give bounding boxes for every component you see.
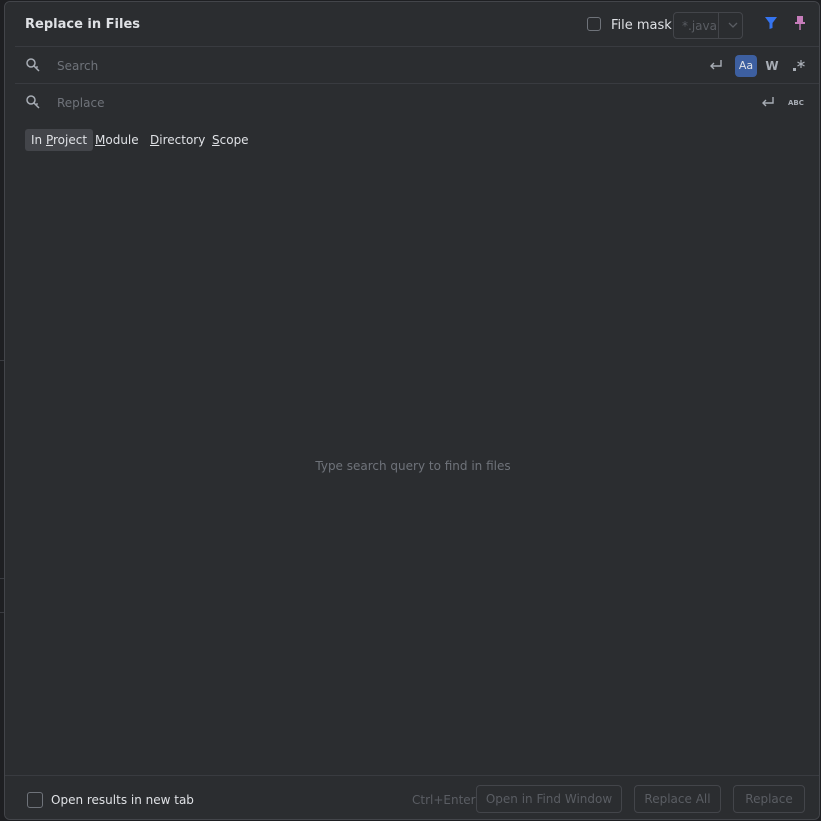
search-icon[interactable] [25, 57, 41, 73]
replace-button[interactable]: Replace [733, 785, 805, 813]
words-button[interactable]: W [761, 55, 783, 77]
chevron-down-icon[interactable] [726, 18, 740, 32]
title-bar[interactable]: Replace in Files File mask: *.java [5, 2, 819, 46]
pin-icon[interactable] [793, 15, 807, 31]
dialog-title: Replace in Files [25, 17, 140, 32]
replace-all-button[interactable]: Replace All [634, 785, 721, 813]
svg-text:ABC: ABC [788, 99, 804, 107]
preserve-case-icon[interactable]: ABC [788, 95, 806, 109]
file-mask-combobox[interactable]: *.java [673, 12, 743, 39]
tab-module[interactable]: Module [89, 129, 145, 151]
search-row: Aa W [15, 46, 819, 83]
match-case-button[interactable]: Aa [735, 55, 757, 77]
new-line-icon[interactable] [709, 58, 723, 72]
replace-icon[interactable] [25, 94, 41, 110]
file-mask-value: *.java [682, 19, 717, 33]
replace-input[interactable] [55, 92, 659, 114]
tab-scope[interactable]: Scope [206, 129, 255, 151]
replace-in-files-dialog: Replace in Files File mask: *.java Searc… [4, 1, 820, 820]
tab-directory[interactable]: Directory [144, 129, 211, 151]
file-mask-checkbox[interactable] [587, 17, 601, 31]
empty-results-message: Type search query to find in files [315, 459, 511, 473]
filter-icon[interactable] [764, 16, 778, 30]
footer: Open results in new tab Ctrl+Enter Open … [5, 775, 819, 819]
new-line-icon[interactable] [761, 95, 775, 109]
replace-row: ABC [15, 83, 819, 120]
tab-in-project[interactable]: In Project [25, 129, 94, 151]
file-mask-separator [718, 13, 719, 38]
open-new-tab-checkbox[interactable] [27, 792, 43, 808]
file-mask-label[interactable]: File mask: [611, 18, 676, 33]
open-in-find-window-button[interactable]: Open in Find Window [476, 785, 622, 813]
shortcut-hint: Ctrl+Enter [412, 793, 476, 807]
search-input[interactable] [55, 55, 659, 77]
open-new-tab-label[interactable]: Open results in new tab [51, 793, 194, 807]
regex-icon[interactable] [792, 58, 806, 72]
